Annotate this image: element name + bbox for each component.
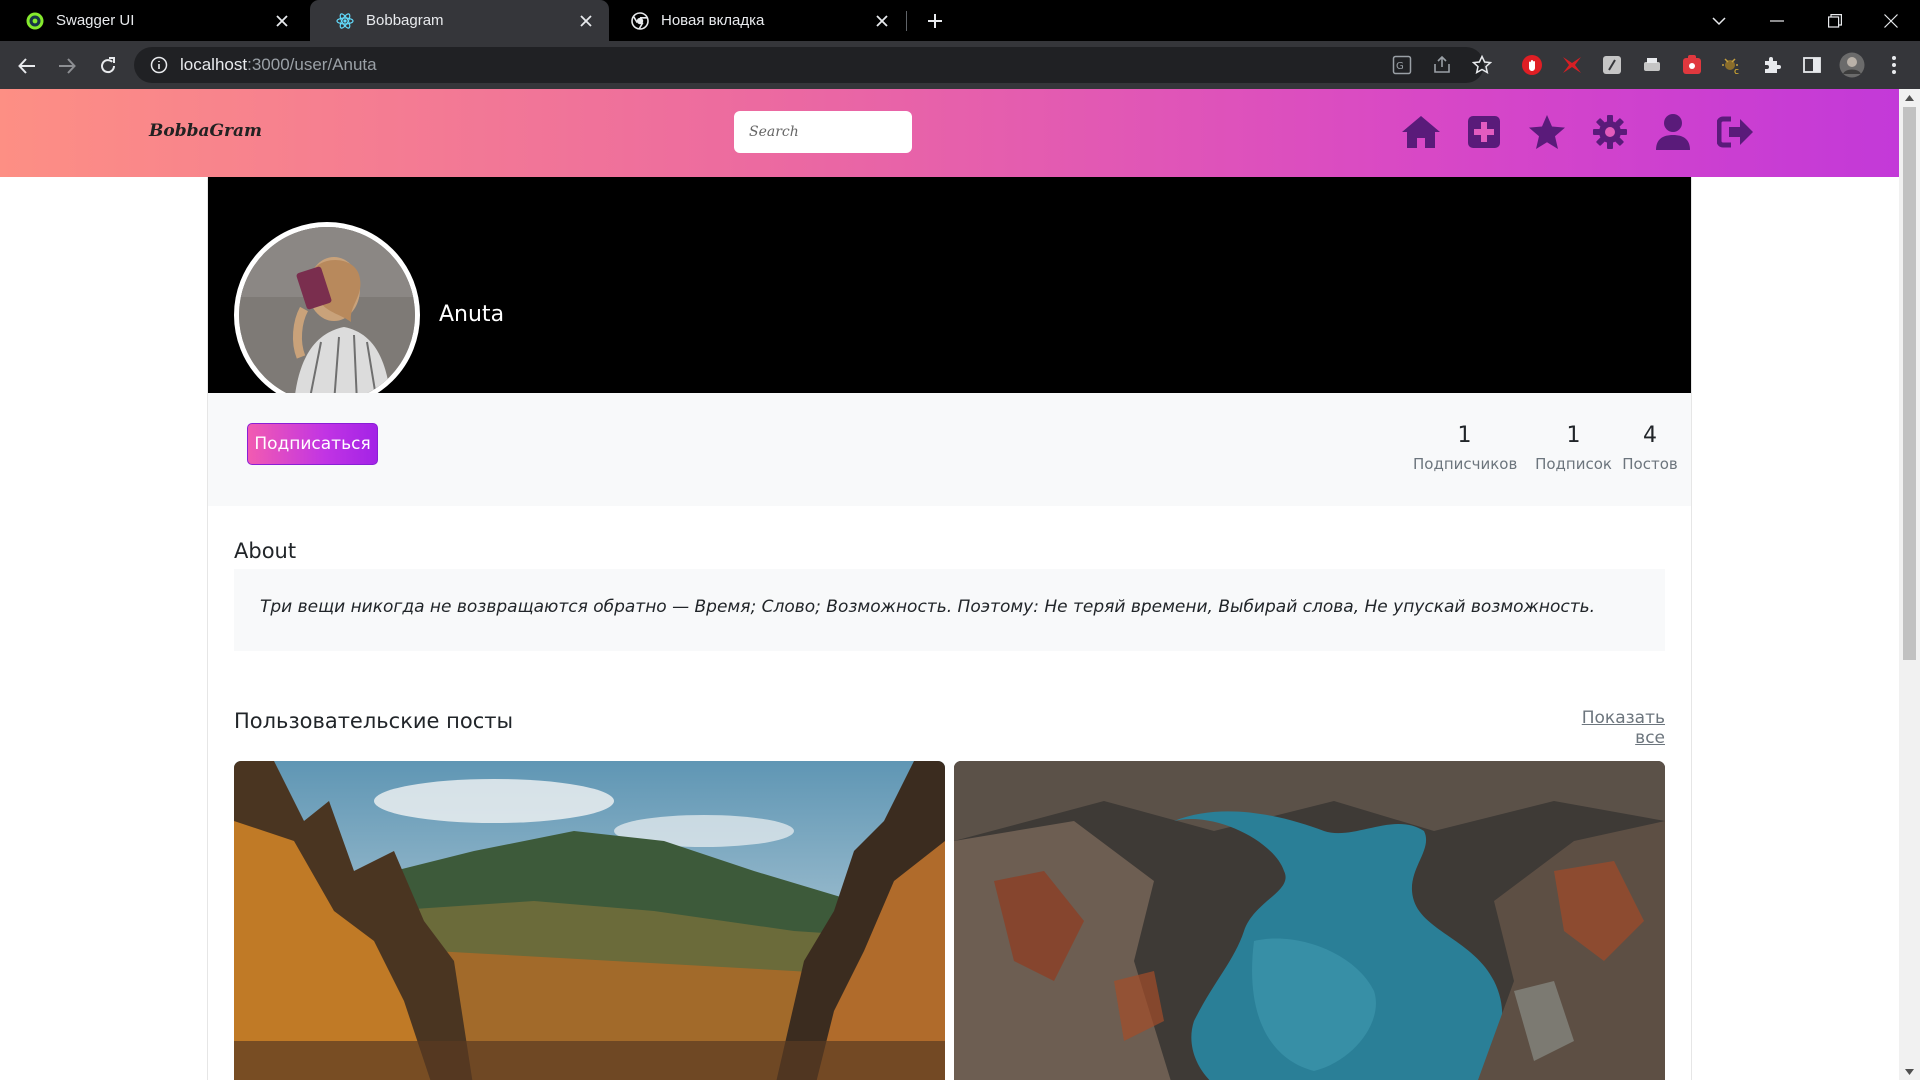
new-tab-icon[interactable] <box>920 6 950 36</box>
profile-actions-panel: Подписаться 1 Подписчиков 1 Подписок 4 П… <box>208 393 1691 506</box>
about-text: Три вещи никогда не возвращаются обратно… <box>260 597 1596 617</box>
bug-extension-icon[interactable]: c <box>1718 51 1746 79</box>
url-text: localhost:3000/user/Anuta <box>180 55 377 75</box>
posts-label: Постов <box>1622 455 1678 473</box>
tab-separator <box>906 11 907 31</box>
scroll-up-arrow-icon[interactable] <box>1899 89 1920 106</box>
extensions-puzzle-icon[interactable] <box>1758 51 1786 79</box>
scroll-down-arrow-icon[interactable] <box>1899 1063 1920 1080</box>
app-navbar: BobbaGram <box>0 89 1899 177</box>
menu-kebab-icon[interactable] <box>1880 51 1908 79</box>
favorites-icon[interactable] <box>1526 111 1568 153</box>
tab-close-icon[interactable] <box>867 6 897 36</box>
share-icon[interactable] <box>1427 50 1457 80</box>
tab-search-chevron-icon[interactable] <box>1690 0 1748 41</box>
brand-logo[interactable]: BobbaGram <box>149 121 262 141</box>
tab-swagger-ui[interactable]: Swagger UI <box>0 0 305 41</box>
posts-heading: Пользовательские посты <box>234 709 514 733</box>
search-input[interactable] <box>734 111 912 153</box>
red-cross-extension-icon[interactable] <box>1558 51 1586 79</box>
restore-icon[interactable] <box>1806 0 1864 41</box>
following-stat[interactable]: 1 Подписок <box>1526 423 1621 473</box>
subscribe-button[interactable]: Подписаться <box>247 423 378 465</box>
profile-avatar <box>234 222 420 408</box>
url-host: localhost <box>180 55 248 74</box>
browser-tab-bar: Swagger UI Bobbagram Новая вкладка <box>0 0 1920 41</box>
tab-title: Новая вкладка <box>661 12 765 29</box>
show-all-link[interactable]: Показать все <box>1562 708 1665 748</box>
followers-count: 1 <box>1457 423 1472 448</box>
tab-title: Bobbagram <box>366 12 444 29</box>
bookmark-star-icon[interactable] <box>1467 50 1497 80</box>
close-window-icon[interactable] <box>1862 0 1920 41</box>
profile-avatar-icon[interactable] <box>1838 51 1866 79</box>
address-bar[interactable]: localhost:3000/user/Anuta <box>134 47 1484 83</box>
reload-icon[interactable] <box>91 49 125 83</box>
adblock-extension-icon[interactable] <box>1518 51 1546 79</box>
tab-bobbagram[interactable]: Bobbagram <box>310 0 609 41</box>
page-scrollbar[interactable] <box>1899 89 1920 1080</box>
profile-cover <box>208 177 1691 393</box>
following-label: Подписок <box>1535 455 1612 473</box>
profile-username: Anuta <box>439 302 505 327</box>
logout-icon[interactable] <box>1715 111 1757 153</box>
posts-stat: 4 Постов <box>1615 423 1685 473</box>
site-info-icon[interactable] <box>150 56 168 74</box>
river-canyon-aerial-image <box>954 761 1665 1080</box>
about-heading: About <box>234 539 297 563</box>
printer-extension-icon[interactable] <box>1638 51 1666 79</box>
profile-icon[interactable] <box>1652 111 1694 153</box>
chrome-favicon-icon <box>631 11 649 30</box>
settings-icon[interactable] <box>1589 111 1631 153</box>
following-count: 1 <box>1566 423 1581 448</box>
followers-stat[interactable]: 1 Подписчиков <box>1413 423 1518 473</box>
svg-text:c: c <box>1734 67 1739 76</box>
swagger-favicon-icon <box>26 12 44 30</box>
post-card-river-canyon[interactable] <box>954 761 1665 1080</box>
page-viewport: BobbaGram Search Anuta Подписаться 1 Под… <box>0 89 1899 1080</box>
minimize-icon[interactable] <box>1748 0 1806 41</box>
back-icon[interactable] <box>10 49 44 83</box>
side-panel-icon[interactable] <box>1798 51 1826 79</box>
browser-toolbar: localhost:3000/user/Anuta G c <box>0 41 1920 89</box>
tab-close-icon[interactable] <box>571 6 601 36</box>
profile-container: Anuta Подписаться 1 Подписчиков 1 Подпис… <box>207 177 1692 1080</box>
translate-icon[interactable]: G <box>1387 50 1417 80</box>
tab-title: Swagger UI <box>56 12 135 29</box>
url-path: :3000/user/Anuta <box>247 55 377 74</box>
script-extension-icon[interactable] <box>1598 51 1626 79</box>
autumn-mountain-forest-image <box>234 761 945 1080</box>
tab-close-icon[interactable] <box>267 6 297 36</box>
add-post-icon[interactable] <box>1463 111 1505 153</box>
tab-new-tab[interactable]: Новая вкладка <box>605 0 905 41</box>
posts-count: 4 <box>1643 423 1657 448</box>
post-card-autumn-mountains[interactable] <box>234 761 945 1080</box>
about-box: Три вещи никогда не возвращаются обратно… <box>234 569 1665 651</box>
scrollbar-thumb[interactable] <box>1903 107 1916 660</box>
react-favicon-icon <box>336 12 354 30</box>
home-icon[interactable] <box>1400 111 1442 153</box>
red-puzzle-extension-icon[interactable] <box>1678 51 1706 79</box>
forward-icon[interactable] <box>50 49 84 83</box>
followers-label: Подписчиков <box>1413 455 1518 473</box>
svg-text:G: G <box>1396 61 1404 72</box>
